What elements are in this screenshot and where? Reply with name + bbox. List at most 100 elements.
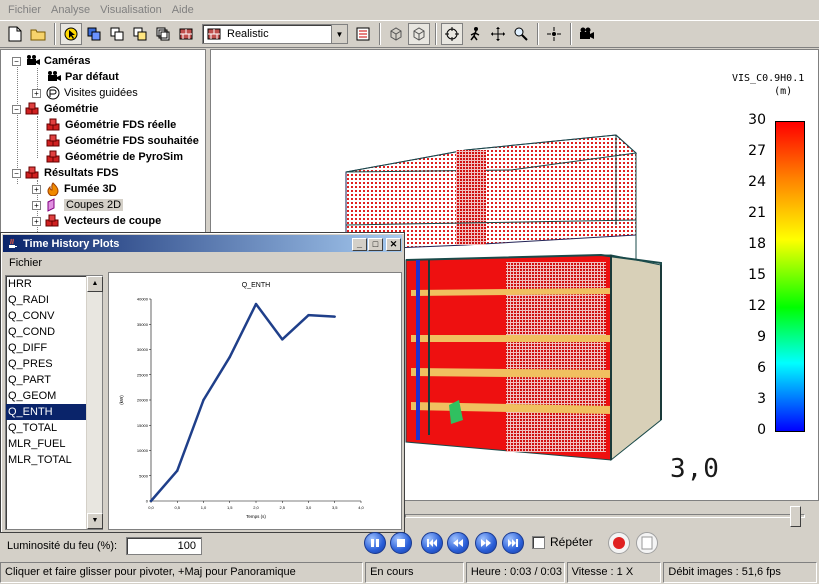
status-hint: Cliquer et faire glisser pour pivoter, +… — [0, 562, 364, 583]
quantity-list[interactable]: HRR Q_RADI Q_CONV Q_COND Q_DIFF Q_PRES Q_PART Q… — [5, 275, 103, 530]
luminosity-input[interactable]: 100 — [126, 537, 202, 555]
status-time: Heure : 0:03 / 0:03 — [465, 562, 565, 583]
close-button[interactable]: ✕ — [386, 238, 401, 251]
list-scrollbar[interactable]: ▲ ▼ — [86, 276, 103, 529]
list-item[interactable]: Q_DIFF — [6, 340, 86, 356]
menu-file[interactable]: Fichier — [9, 257, 42, 269]
yellow-boxes-icon — [133, 27, 147, 41]
data-point — [149, 499, 153, 503]
scroll-down-button[interactable]: ▼ — [87, 513, 103, 529]
fast-forward-icon — [481, 539, 491, 547]
menu-help[interactable]: Aide — [168, 4, 198, 16]
texture-button[interactable] — [175, 23, 197, 45]
window-title-bar[interactable]: Time History Plots _ □ ✕ — [3, 235, 402, 252]
tree-item-guided-tours[interactable]: + Visites guidées — [32, 85, 138, 101]
wire-cube-icon — [413, 27, 425, 41]
x-tick-label: 1,5 — [227, 505, 233, 510]
stop-button[interactable] — [390, 532, 412, 554]
expand-icon[interactable]: + — [32, 200, 41, 210]
tree-item-fds-results[interactable]: − Résultats FDS — [12, 165, 119, 181]
view-double-button[interactable] — [152, 23, 174, 45]
list-item[interactable]: MLR_FUEL — [6, 436, 86, 452]
repeat-checkbox[interactable] — [532, 535, 545, 549]
maximize-button[interactable]: □ — [368, 238, 383, 251]
view-yellow-button[interactable] — [129, 23, 151, 45]
center-view-button[interactable] — [543, 23, 565, 45]
tree-item-cameras[interactable]: − Caméras — [12, 53, 90, 69]
expand-icon[interactable]: + — [32, 184, 41, 194]
collapse-icon[interactable]: − — [12, 168, 21, 178]
tree-item-3d-smoke[interactable]: + Fumée 3D — [32, 181, 117, 197]
collapse-icon[interactable]: − — [12, 56, 21, 66]
tree-item-2d-slices[interactable]: + Coupes 2D — [32, 197, 124, 213]
list-item[interactable]: Q_COND — [6, 324, 86, 340]
tree-item-geometry[interactable]: − Géométrie — [12, 101, 98, 117]
colorbar-label: 15 — [748, 267, 766, 283]
scroll-up-button[interactable]: ▲ — [87, 276, 103, 292]
expand-icon[interactable]: + — [32, 88, 41, 98]
tree-item-fds-real-geometry[interactable]: Géométrie FDS réelle — [46, 117, 176, 133]
y-tick-label: 40000 — [137, 297, 149, 302]
tree-item-slice-vectors[interactable]: + Vecteurs de coupe — [32, 213, 161, 229]
wire-grid-button[interactable] — [385, 23, 407, 45]
properties-button[interactable] — [352, 23, 374, 45]
view-solid-button[interactable] — [83, 23, 105, 45]
camera-button[interactable] — [576, 23, 598, 45]
skip-to-end-button[interactable] — [502, 532, 524, 554]
list-item[interactable]: Q_RADI — [6, 292, 86, 308]
list-item[interactable]: Q_CONV — [6, 308, 86, 324]
record-button[interactable] — [608, 532, 630, 554]
menu-visualization[interactable]: Visualisation — [96, 4, 166, 16]
list-item[interactable]: MLR_TOTAL — [6, 452, 86, 468]
data-point — [307, 313, 310, 317]
timeline-track[interactable] — [405, 514, 805, 518]
timeline-slider-thumb[interactable] — [790, 506, 801, 527]
data-point — [228, 355, 231, 359]
view-outline-button[interactable] — [106, 23, 128, 45]
pause-button[interactable] — [364, 532, 386, 554]
orbit-button[interactable] — [441, 23, 463, 45]
zoom-button[interactable] — [510, 23, 532, 45]
expand-icon[interactable]: + — [32, 216, 41, 226]
list-item[interactable]: Q_PRES — [6, 356, 86, 372]
list-item[interactable]: Q_PART — [6, 372, 86, 388]
tree-item-pyrosim-geometry[interactable]: Géométrie de PyroSim — [46, 149, 183, 165]
fast-forward-button[interactable] — [475, 532, 497, 554]
menu-file[interactable]: Fichier — [4, 4, 45, 16]
list-item[interactable]: Q_TOTAL — [6, 420, 86, 436]
rewind-button[interactable] — [447, 532, 469, 554]
y-tick-label: 15000 — [137, 423, 149, 428]
render-mode-select[interactable]: Realistic ▼ — [202, 24, 348, 44]
list-item[interactable]: Q_ENTH — [6, 404, 86, 420]
colorbar-label: 24 — [748, 174, 766, 190]
chevron-down-icon[interactable]: ▼ — [331, 25, 347, 43]
wire-cube-button[interactable] — [408, 23, 430, 45]
select-mode-button[interactable] — [60, 23, 82, 45]
time-display: 3,0 — [670, 454, 720, 484]
menu-analysis[interactable]: Analyse — [47, 4, 94, 16]
walk-button[interactable] — [464, 23, 486, 45]
snapshot-button[interactable] — [636, 532, 658, 554]
skip-to-start-button[interactable] — [421, 532, 443, 554]
pan-button[interactable] — [487, 23, 509, 45]
list-item[interactable]: HRR — [6, 276, 86, 292]
list-item[interactable]: Q_GEOM — [6, 388, 86, 404]
new-file-icon — [8, 26, 22, 42]
new-file-button[interactable] — [4, 23, 26, 45]
skip-start-icon — [427, 539, 437, 547]
repeat-toggle[interactable]: Répéter — [532, 535, 593, 549]
tour-icon — [46, 86, 60, 100]
lower-box-side — [610, 254, 662, 462]
open-folder-button[interactable] — [27, 23, 49, 45]
java-icon — [9, 238, 17, 248]
colorbar-title: VIS_C0.9H0.1 (m) — [732, 73, 805, 97]
colorbar-label: 27 — [748, 143, 766, 159]
collapse-icon[interactable]: − — [12, 104, 21, 114]
blue-cubes-icon — [87, 27, 101, 41]
document-icon — [641, 536, 653, 550]
tree-item-fds-desired-geometry[interactable]: Géométrie FDS souhaitée — [46, 133, 199, 149]
minimize-button[interactable]: _ — [352, 238, 367, 251]
colorbar-label: 9 — [757, 329, 766, 345]
tree-item-default-camera[interactable]: Par défaut — [46, 69, 119, 85]
toolbar-separator — [435, 23, 437, 45]
